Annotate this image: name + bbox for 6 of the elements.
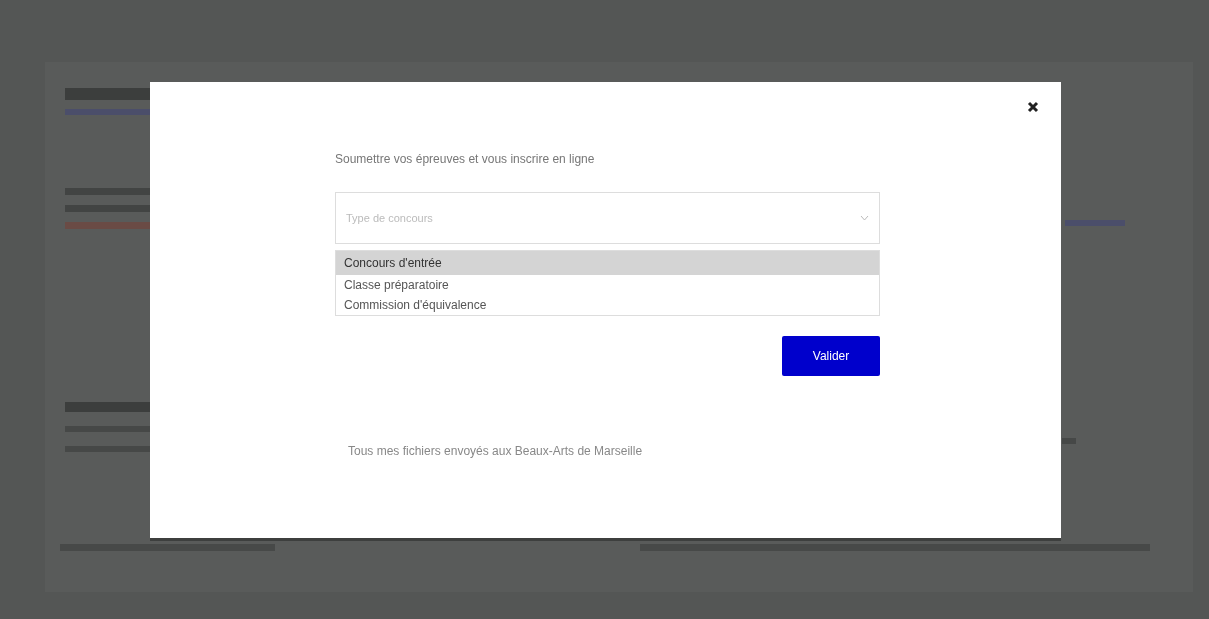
modal-heading: Soumettre vos épreuves et vous inscrire en ligne — [335, 151, 596, 168]
submit-button[interactable]: Valider — [782, 336, 880, 376]
files-link[interactable]: Tous mes fichiers envoyés aux Beaux-Arts de Marseille — [348, 442, 643, 460]
chevron-down-icon — [860, 215, 869, 221]
dropdown-option[interactable]: Concours d'entrée — [336, 251, 879, 275]
close-icon[interactable] — [1026, 100, 1040, 114]
